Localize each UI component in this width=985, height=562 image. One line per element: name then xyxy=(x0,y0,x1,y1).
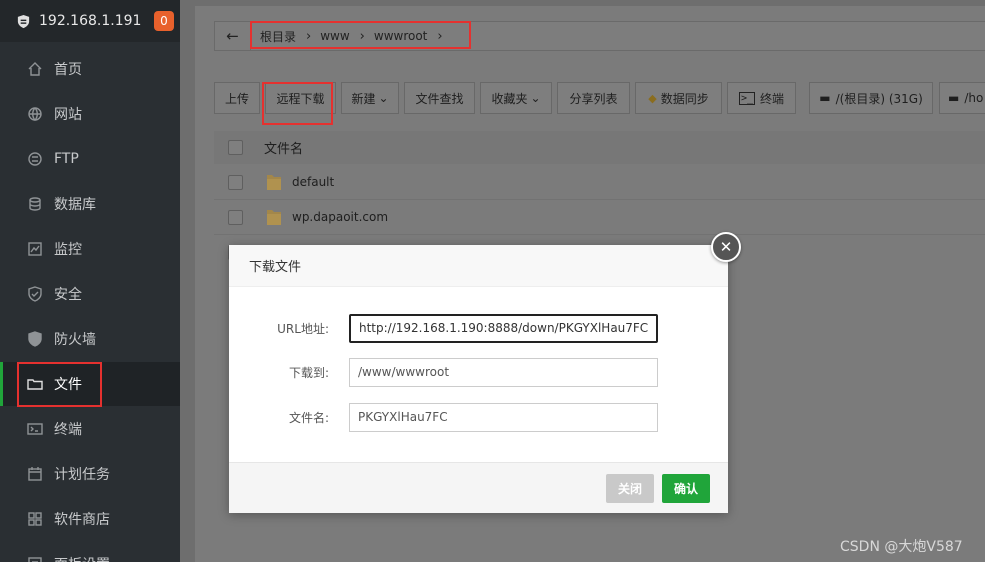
sidebar: 192.168.1.191 0 首页 网站 FTP 数据库 监控 安全 防火墙 … xyxy=(0,0,180,562)
firewall-icon xyxy=(27,331,43,347)
share-list-button[interactable]: 分享列表 xyxy=(557,82,630,114)
table-row[interactable]: wp.dapaoit.com xyxy=(214,200,985,235)
sidebar-item-label: 监控 xyxy=(54,242,82,258)
download-file-dialog: 下载文件 URL地址: http://192.168.1.190:8888/do… xyxy=(229,245,728,513)
server-shield-icon xyxy=(17,14,30,28)
sidebar-item-cron[interactable]: 计划任务 xyxy=(0,452,180,496)
chevron-down-icon: ⌄ xyxy=(378,91,389,105)
shield-check-icon xyxy=(27,286,43,302)
sidebar-item-label: 防火墙 xyxy=(54,332,96,348)
filename-field-row: 文件名: PKGYXlHau7FC xyxy=(229,402,728,432)
sidebar-item-label: 软件商店 xyxy=(54,512,110,528)
sidebar-item-label: 面板设置 xyxy=(54,554,110,562)
sidebar-item-monitor[interactable]: 监控 xyxy=(0,227,180,271)
column-header-filename[interactable]: 文件名 xyxy=(264,138,303,157)
server-ip: 192.168.1.191 xyxy=(39,13,142,29)
favorites-dropdown-button[interactable]: 收藏夹 ⌄ xyxy=(480,82,552,114)
url-field-row: URL地址: http://192.168.1.190:8888/down/PK… xyxy=(229,313,728,343)
terminal-button[interactable]: >_ 终端 xyxy=(727,82,796,114)
close-button[interactable]: 关闭 xyxy=(606,474,654,503)
row-checkbox[interactable] xyxy=(228,174,243,190)
file-name[interactable]: wp.dapaoit.com xyxy=(292,210,388,224)
terminal-icon: >_ xyxy=(738,91,756,105)
file-name[interactable]: default xyxy=(292,175,334,189)
files-highlight-box xyxy=(17,362,102,407)
select-all-checkbox[interactable] xyxy=(228,140,243,155)
remote-download-highlight-box xyxy=(262,82,333,125)
watermark: CSDN @大炮V587 xyxy=(840,539,963,555)
upload-button[interactable]: 上传 xyxy=(214,82,260,114)
globe-icon xyxy=(27,106,43,122)
monitor-icon xyxy=(27,241,43,257)
new-dropdown-button[interactable]: 新建 ⌄ xyxy=(341,82,399,114)
grid-icon xyxy=(27,511,43,527)
disk-icon: ▬ xyxy=(948,91,960,105)
dialog-title: 下载文件 xyxy=(229,245,728,287)
table-row[interactable]: default xyxy=(214,165,985,200)
database-icon xyxy=(27,196,43,212)
sidebar-item-store[interactable]: 软件商店 xyxy=(0,497,180,541)
sidebar-item-label: 计划任务 xyxy=(54,467,110,483)
dialog-footer: 关闭 确认 xyxy=(229,462,728,513)
folder-icon xyxy=(267,210,281,225)
filename-label: 文件名: xyxy=(288,410,329,425)
sidebar-item-settings[interactable]: 面板设置 xyxy=(0,542,180,562)
destination-field-row: 下载到: /www/wwwroot xyxy=(229,357,728,387)
sidebar-item-label: 网站 xyxy=(54,107,82,123)
sidebar-item-database[interactable]: 数据库 xyxy=(0,182,180,226)
back-arrow-icon[interactable]: ← xyxy=(215,22,251,50)
ftp-icon xyxy=(27,151,43,167)
chevron-down-icon: ⌄ xyxy=(530,91,541,105)
sidebar-item-label: 首页 xyxy=(54,62,82,78)
close-icon[interactable]: ✕ xyxy=(711,232,741,262)
calendar-icon xyxy=(27,466,43,482)
terminal-icon xyxy=(27,421,43,437)
sidebar-item-home[interactable]: 首页 xyxy=(0,47,180,91)
disk-root-label: /(根目录) (31G) xyxy=(835,91,923,106)
filename-input[interactable]: PKGYXlHau7FC xyxy=(349,402,658,432)
sidebar-item-website[interactable]: 网站 xyxy=(0,92,180,136)
diamond-icon: ◆ xyxy=(648,91,657,105)
sidebar-item-label: 数据库 xyxy=(54,197,96,213)
disk-home-button[interactable]: ▬ /ho xyxy=(939,82,985,114)
notification-badge[interactable]: 0 xyxy=(154,11,174,31)
sidebar-item-security[interactable]: 安全 xyxy=(0,272,180,316)
sidebar-item-label: FTP xyxy=(54,151,79,167)
folder-icon xyxy=(267,175,281,190)
new-label: 新建 xyxy=(351,91,376,106)
terminal-label: 终端 xyxy=(760,91,785,106)
sidebar-item-label: 终端 xyxy=(54,422,82,438)
disk-icon: ▬ xyxy=(819,91,831,105)
sidebar-item-firewall[interactable]: 防火墙 xyxy=(0,317,180,361)
sidebar-item-ftp[interactable]: FTP xyxy=(0,137,180,181)
favorites-label: 收藏夹 xyxy=(491,91,528,106)
file-search-button[interactable]: 文件查找 xyxy=(404,82,475,114)
settings-icon xyxy=(27,556,43,562)
confirm-button[interactable]: 确认 xyxy=(662,474,710,503)
breadcrumb-highlight-box xyxy=(250,21,471,49)
server-header: 192.168.1.191 0 xyxy=(0,0,180,42)
data-sync-label: 数据同步 xyxy=(660,91,709,106)
sidebar-item-label: 安全 xyxy=(54,287,82,303)
file-table-header: 文件名 xyxy=(214,131,985,164)
destination-input[interactable]: /www/wwwroot xyxy=(349,357,658,387)
disk-root-button[interactable]: ▬ /(根目录) (31G) xyxy=(809,82,933,114)
data-sync-button[interactable]: ◆ 数据同步 xyxy=(635,82,722,114)
disk-home-label: /ho xyxy=(964,91,984,105)
sidebar-item-terminal[interactable]: 终端 xyxy=(0,407,180,451)
row-checkbox[interactable] xyxy=(228,209,243,225)
url-label: URL地址: xyxy=(277,321,329,336)
url-input[interactable]: http://192.168.1.190:8888/down/PKGYXlHau… xyxy=(349,313,658,343)
destination-label: 下载到: xyxy=(288,365,329,380)
home-icon xyxy=(27,61,43,77)
